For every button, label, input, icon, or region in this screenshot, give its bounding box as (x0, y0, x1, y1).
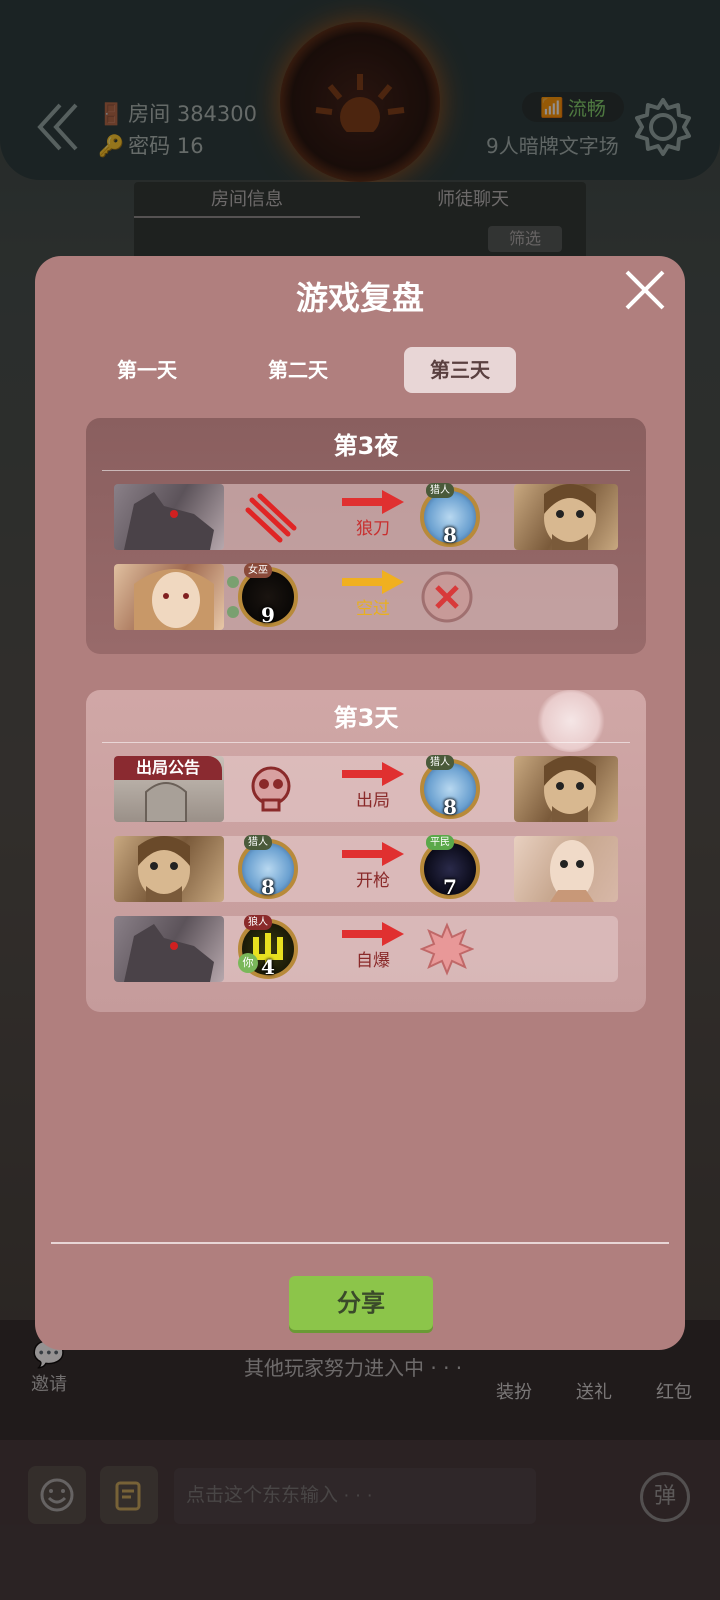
action-label: 狼刀 (356, 519, 390, 539)
wolf-head-icon (124, 492, 214, 550)
close-button[interactable] (621, 266, 669, 314)
player-number: 8 (261, 875, 275, 899)
action-arrow: 开枪 (340, 842, 406, 892)
action-label: 出局 (356, 791, 390, 811)
night-card: 第3夜 狼刀 猎人 8 女巫 9 空过 (86, 418, 646, 654)
day-card-title: 第3天 (333, 704, 399, 732)
role-tag: 猎人 (426, 755, 454, 770)
player-avatar[interactable]: 猎人 8 (420, 755, 480, 819)
divider (51, 1242, 669, 1244)
hunter-portrait (114, 836, 224, 902)
player-number: 8 (443, 795, 457, 819)
arrow-right-icon (342, 762, 404, 786)
role-tag: 猎人 (426, 483, 454, 498)
arrow-right-icon (342, 842, 404, 866)
arrow-right-icon (342, 922, 404, 946)
role-tag: 女巫 (244, 563, 272, 578)
player-avatar[interactable]: 平民 7 (420, 835, 480, 899)
werewolf-portrait (114, 484, 224, 550)
villager-face-icon (550, 840, 594, 902)
werewolf-portrait (114, 916, 224, 982)
hunter-face-icon (544, 756, 596, 822)
event-row: 猎人 8 开枪 平民 7 (114, 835, 618, 902)
action-arrow: 狼刀 (340, 490, 406, 540)
day-card: 第3天 出局公告 出局 猎人 8 猎人 8 开枪 平民 7 狼人 你 4 自爆 (86, 690, 646, 1012)
tab-day-3[interactable]: 第三天 (404, 347, 516, 393)
tab-day-1[interactable]: 第一天 (91, 347, 203, 393)
divider (102, 470, 630, 471)
hunter-portrait (514, 484, 618, 550)
gravestone-portrait: 出局公告 (114, 756, 224, 822)
witch-face-icon (134, 569, 214, 630)
action-arrow: 空过 (340, 570, 406, 620)
player-number: 9 (261, 603, 275, 627)
day-tabs: 第一天 第二天 第三天 (35, 347, 685, 393)
role-tag: 平民 (426, 835, 454, 850)
hunter-face-icon (544, 484, 596, 550)
claw-slash-icon (244, 490, 298, 544)
witch-portrait (114, 564, 224, 630)
player-avatar[interactable]: 猎人 8 (420, 483, 480, 547)
wolf-head-icon (124, 924, 214, 982)
elimination-banner: 出局公告 (114, 756, 222, 780)
event-row: 狼人 你 4 自爆 (114, 915, 618, 982)
player-number: 7 (443, 875, 457, 899)
player-avatar[interactable]: 女巫 9 (238, 563, 298, 627)
player-avatar[interactable]: 狼人 你 4 (238, 915, 298, 979)
role-tag: 猎人 (244, 835, 272, 850)
action-label: 自爆 (356, 951, 390, 971)
action-label: 空过 (356, 599, 390, 619)
action-arrow: 自爆 (340, 922, 406, 972)
player-avatar[interactable]: 猎人 8 (238, 835, 298, 899)
hunter-face-icon (138, 836, 190, 902)
villager-portrait (514, 836, 618, 902)
action-arrow: 出局 (340, 762, 406, 812)
modal-title: 游戏复盘 (295, 279, 424, 317)
action-label: 开枪 (356, 871, 390, 891)
cross-icon (420, 570, 474, 624)
event-row: 女巫 9 空过 (114, 563, 618, 630)
divider (102, 742, 630, 743)
tab-day-2[interactable]: 第二天 (242, 347, 354, 393)
hunter-portrait (514, 756, 618, 822)
player-number: 8 (443, 523, 457, 547)
event-row: 狼刀 猎人 8 (114, 483, 618, 550)
game-replay-modal: 游戏复盘 第一天 第二天 第三天 第3夜 狼刀 猎人 8 女巫 9 空过 第3天… (35, 256, 685, 1350)
arrow-right-icon (342, 490, 404, 514)
explosion-icon (419, 922, 475, 976)
skull-icon (244, 762, 298, 816)
player-number: 4 (261, 955, 275, 979)
night-card-title: 第3夜 (333, 432, 399, 460)
event-row: 出局公告 出局 猎人 8 (114, 755, 618, 822)
share-button[interactable]: 分享 (289, 1276, 433, 1330)
arrow-right-icon (342, 570, 404, 594)
close-icon (625, 270, 665, 310)
